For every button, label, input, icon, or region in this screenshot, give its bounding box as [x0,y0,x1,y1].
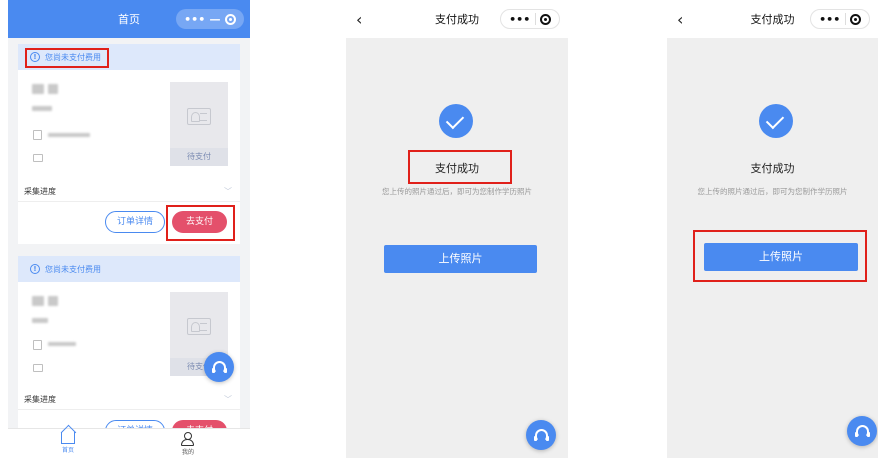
progress-row[interactable]: 采集进度 ﹀ [18,182,240,202]
unpaid-notice: ! 您尚未支付费用 [18,256,240,282]
payment-success-screen: ‹ 支付成功 ••• 支付成功 您上传的照片通过后，即可为您制作学历照片 上传照… [667,0,878,458]
close-icon[interactable] [539,13,551,25]
document-icon [33,130,42,140]
headset-icon [854,424,870,438]
customer-service-button[interactable] [847,416,877,446]
capsule-divider [534,13,536,25]
success-check-icon [439,104,473,138]
customer-service-button[interactable] [204,352,234,382]
blurred-info [32,318,48,323]
payment-success-screen: ‹ 支付成功 ••• 支付成功 您上传的照片通过后，即可为您制作学历照片 上传照… [346,0,568,458]
tab-bar: 首页 我的 [8,428,250,458]
back-icon[interactable]: ‹ [677,10,683,29]
mini-program-capsule: ••• [810,9,870,29]
mini-program-capsule: ••• — [176,9,244,29]
chevron-down-icon: ﹀ [224,395,232,404]
nav-bar: ‹ 支付成功 ••• [346,0,568,38]
highlight-box [166,205,235,241]
blurred-name [32,84,44,94]
success-check-icon [759,104,793,138]
user-icon [181,432,195,446]
blurred-info [32,106,52,111]
order-card: ! 您尚未支付费用 待支付 采集进度 ﹀ 订单详情 去支付 [18,256,240,436]
success-title: 支付成功 [750,162,795,175]
progress-label: 采集进度 [24,187,56,196]
progress-label: 采集进度 [24,395,56,404]
upload-photo-button[interactable]: 上传照片 [384,245,537,273]
close-icon[interactable] [849,13,861,25]
tab-mine[interactable]: 我的 [168,432,208,456]
blurred-name [48,84,58,94]
blurred-name [32,296,44,306]
id-card-icon [187,108,211,125]
id-card-icon [187,318,211,335]
page-title: 首页 [118,13,140,26]
progress-row[interactable]: 采集进度 ﹀ [18,390,240,410]
blurred-info [48,342,76,346]
success-description: 您上传的照片通过后，即可为您制作学历照片 [382,187,532,196]
message-icon [33,154,43,162]
success-description: 您上传的照片通过后，即可为您制作学历照片 [697,187,848,196]
message-icon [33,364,43,372]
home-icon [61,432,75,444]
tab-home[interactable]: 首页 [48,432,88,454]
blurred-name [48,296,58,306]
capsule-divider [844,13,846,25]
chevron-down-icon: ﹀ [224,187,232,196]
headset-icon [211,360,227,374]
page-title: 支付成功 [435,13,479,26]
more-icon[interactable]: ••• [819,13,840,26]
unpaid-notice-text: 您尚未支付费用 [45,264,101,274]
document-icon [33,340,42,350]
mini-program-capsule: ••• [500,9,560,29]
more-icon[interactable]: ••• [509,13,530,26]
minimize-icon[interactable]: — [210,13,221,26]
highlight-box [25,48,109,68]
tab-mine-label: 我的 [181,449,194,456]
close-icon[interactable] [224,13,236,25]
nav-bar: 首页 ••• — [8,0,250,38]
back-icon[interactable]: ‹ [356,10,362,29]
photo-placeholder: 待支付 [170,82,228,166]
more-icon[interactable]: ••• [184,13,205,26]
highlight-box [408,150,512,184]
headset-icon [533,428,549,442]
nav-bar: ‹ 支付成功 ••• [667,0,878,38]
page-title: 支付成功 [750,13,795,26]
order-details-button[interactable]: 订单详情 [105,211,165,233]
blurred-info [48,133,90,137]
tab-home-label: 首页 [61,447,74,454]
highlight-box [693,230,867,282]
info-icon: ! [30,264,40,274]
status-badge: 待支付 [170,148,228,166]
home-screen: 首页 ••• — ! 您尚未支付费用 待支付 采集进度 ﹀ 订单详情 去支付 !… [8,0,250,458]
customer-service-button[interactable] [526,420,556,450]
